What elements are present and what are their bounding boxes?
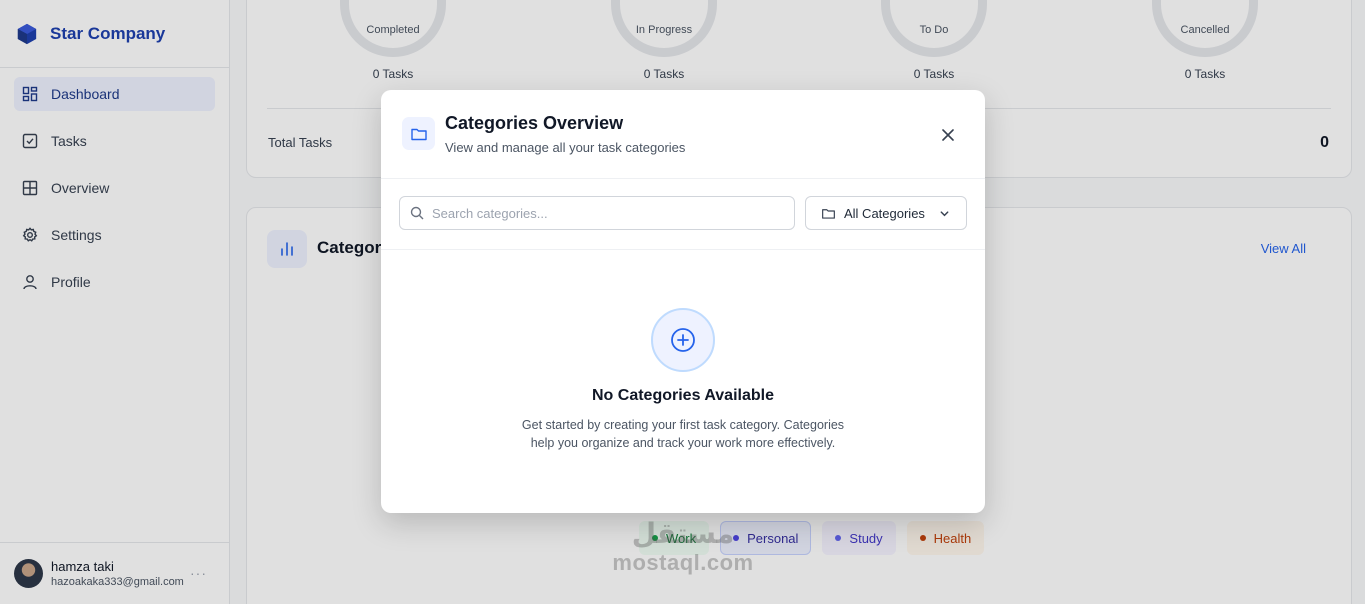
- watermark-latin: mostaql.com: [612, 550, 754, 575]
- search-box[interactable]: [399, 196, 795, 230]
- empty-description: Get started by creating your first task …: [521, 418, 845, 450]
- folder-icon: [402, 117, 435, 150]
- empty-state: No Categories Available Get started by c…: [381, 250, 985, 452]
- search-icon: [410, 206, 424, 220]
- modal-title: Categories Overview: [445, 113, 624, 133]
- search-input[interactable]: [432, 205, 772, 221]
- folder-icon: [822, 208, 835, 219]
- category-filter-select[interactable]: All Categories: [805, 196, 967, 230]
- watermark: مستقل mostaql.com: [603, 517, 763, 575]
- watermark-arabic: مستقل: [631, 517, 735, 550]
- add-circle-icon[interactable]: [651, 308, 715, 372]
- modal-header: Categories Overview View and manage all …: [381, 90, 985, 179]
- modal-toolbar: All Categories: [381, 179, 985, 250]
- chevron-down-icon: [940, 211, 949, 217]
- empty-title: No Categories Available: [592, 387, 774, 404]
- close-icon[interactable]: [938, 125, 958, 145]
- filter-label: All Categories: [844, 205, 925, 221]
- modal-subtitle: View and manage all your task categories: [445, 140, 686, 155]
- categories-modal: Categories Overview View and manage all …: [381, 90, 985, 513]
